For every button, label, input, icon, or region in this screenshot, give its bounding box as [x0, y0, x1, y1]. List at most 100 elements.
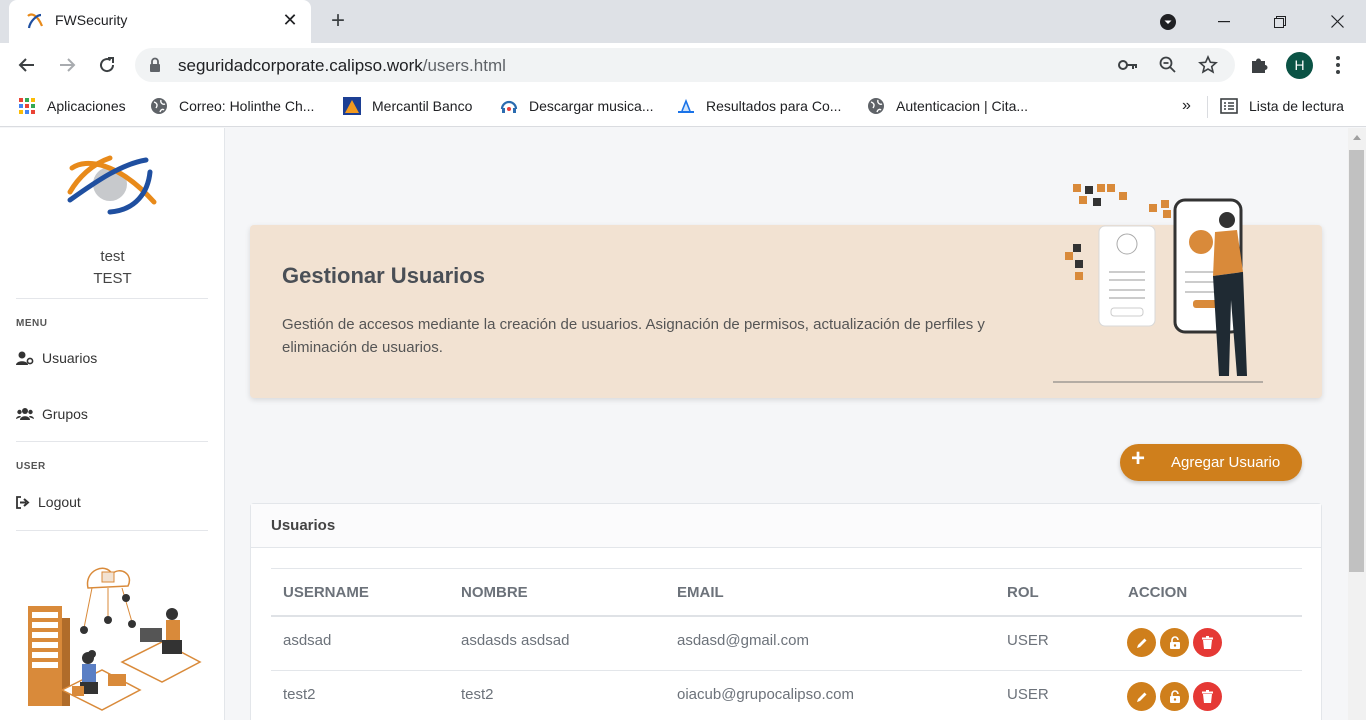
bookmark-resultados[interactable]: Resultados para Co...: [677, 95, 841, 117]
unlock-icon[interactable]: [1160, 628, 1189, 657]
browser-tabstrip: FWSecurity ✕ +: [0, 0, 1366, 43]
column-header-rol[interactable]: ROL: [1007, 584, 1039, 601]
user-name: test: [100, 248, 125, 265]
sidebar-divider: [16, 298, 208, 299]
sidebar: test TEST MENU Usuarios Grupos USER Logo…: [0, 128, 225, 720]
reading-list-button[interactable]: Lista de lectura: [1220, 95, 1344, 117]
back-icon[interactable]: [14, 52, 40, 78]
extensions-puzzle-icon[interactable]: [1248, 54, 1270, 76]
bookmarks-bar: Aplicaciones Correo: Holinthe Ch... Merc…: [0, 87, 1366, 127]
bookmark-autenticacion[interactable]: Autenticacion | Cita...: [867, 95, 1028, 117]
cell-rol: USER: [1007, 686, 1049, 703]
cell-username: asdsad: [283, 632, 332, 649]
plus-icon: +: [1131, 445, 1146, 472]
user-management-illustration: [1053, 184, 1263, 383]
add-user-label: Agregar Usuario: [1171, 454, 1281, 471]
new-tab-icon[interactable]: +: [326, 9, 350, 33]
cell-nombre: asdasds asdsad: [461, 632, 570, 649]
zoom-icon[interactable]: [1158, 55, 1178, 75]
sidebar-item-logout[interactable]: Logout: [16, 492, 81, 512]
bookmarks-divider: [1207, 96, 1208, 118]
sign-out-icon: [16, 495, 30, 509]
music-icon: [500, 97, 518, 115]
unlock-icon[interactable]: [1160, 682, 1189, 711]
bookmark-aplicaciones[interactable]: Aplicaciones: [18, 95, 126, 117]
reading-list-icon: [1220, 97, 1238, 115]
bookmark-label: Correo: Holinthe Ch...: [179, 98, 315, 114]
user-role: TEST: [93, 270, 132, 287]
scroll-up-arrow-icon[interactable]: [1353, 135, 1361, 140]
address-bar[interactable]: seguridadcorporate.calipso.work/users.ht…: [135, 48, 1235, 82]
tab-close-icon[interactable]: ✕: [281, 11, 299, 29]
trash-icon[interactable]: [1193, 682, 1222, 711]
more-bookmarks-button[interactable]: »: [1182, 95, 1191, 117]
user-section-title: USER: [16, 461, 46, 472]
user-cog-icon: [16, 351, 34, 365]
globe-icon: [867, 97, 885, 115]
fwsecurity-favicon-icon: [27, 13, 44, 29]
users-icon: [16, 408, 34, 420]
page-scrollbar[interactable]: [1348, 128, 1366, 720]
bookmark-label: Mercantil Banco: [372, 98, 473, 114]
minimize-icon[interactable]: [1196, 0, 1252, 43]
users-card: Usuarios USERNAME NOMBRE EMAIL ROL ACCIO…: [250, 503, 1322, 720]
tab-title: FWSecurity: [55, 12, 128, 28]
cell-rol: USER: [1007, 632, 1049, 649]
reading-list-label: Lista de lectura: [1249, 98, 1344, 114]
card-title: Usuarios: [271, 517, 336, 534]
page-content: test TEST MENU Usuarios Grupos USER Logo…: [0, 128, 1366, 720]
column-header-accion: ACCION: [1128, 584, 1188, 601]
sidebar-divider: [16, 441, 208, 442]
scrollbar-thumb[interactable]: [1349, 150, 1364, 572]
globe-icon: [150, 97, 168, 115]
row-divider: [271, 670, 1302, 671]
kebab-menu-icon[interactable]: [1327, 54, 1349, 76]
trash-icon[interactable]: [1193, 628, 1222, 657]
browser-tab[interactable]: FWSecurity ✕: [9, 0, 311, 43]
mercantil-icon: [343, 97, 361, 115]
column-header-nombre[interactable]: NOMBRE: [461, 584, 528, 601]
column-header-username[interactable]: USERNAME: [283, 584, 369, 601]
browser-toolbar: seguridadcorporate.calipso.work/users.ht…: [0, 43, 1366, 87]
sidebar-item-usuarios[interactable]: Usuarios: [16, 348, 97, 368]
apps-grid-icon: [18, 97, 36, 115]
sidebar-item-grupos[interactable]: Grupos: [16, 404, 88, 424]
sidebar-item-label: Usuarios: [42, 350, 98, 366]
bookmark-mercantil[interactable]: Mercantil Banco: [343, 95, 472, 117]
bookmark-label: Descargar musica...: [529, 98, 654, 114]
bookmark-star-icon[interactable]: [1198, 55, 1218, 75]
sidebar-divider: [16, 530, 208, 531]
bookmark-label: Resultados para Co...: [706, 98, 842, 114]
sidebar-item-label: Logout: [38, 494, 81, 510]
page-title: Gestionar Usuarios: [282, 263, 485, 288]
table-top-border: [271, 568, 1302, 569]
bookmark-label: Autenticacion | Cita...: [896, 98, 1029, 114]
profile-avatar[interactable]: H: [1286, 52, 1313, 79]
sidebar-item-label: Grupos: [42, 406, 88, 422]
cell-email: oiacub@grupocalipso.com: [677, 686, 854, 703]
cell-nombre: test2: [461, 686, 494, 703]
bookmark-correo[interactable]: Correo: Holinthe Ch...: [150, 95, 314, 117]
add-user-button[interactable]: + Agregar Usuario: [1120, 444, 1302, 481]
menu-section-title: MENU: [16, 318, 48, 329]
cell-email: asdasd@gmail.com: [677, 632, 809, 649]
restore-icon[interactable]: [1252, 0, 1308, 43]
edit-pencil-icon[interactable]: [1127, 682, 1156, 711]
main-content: Gestionar Usuarios Gestión de accesos me…: [225, 128, 1348, 720]
tab-search-icon[interactable]: [1140, 0, 1196, 43]
key-icon[interactable]: [1118, 55, 1138, 75]
bookmark-descargar-musica[interactable]: Descargar musica...: [500, 95, 653, 117]
page-description: Gestión de accesos mediante la creación …: [282, 316, 985, 356]
lock-icon: [150, 57, 160, 72]
edit-pencil-icon[interactable]: [1127, 628, 1156, 657]
forward-icon[interactable]: [54, 52, 80, 78]
column-header-email[interactable]: EMAIL: [677, 584, 724, 601]
cell-username: test2: [283, 686, 316, 703]
close-window-icon[interactable]: [1309, 0, 1365, 43]
bookmark-label: Aplicaciones: [47, 98, 126, 114]
table-header-border: [271, 615, 1302, 617]
security-office-illustration: [28, 567, 202, 711]
reload-icon[interactable]: [94, 52, 120, 78]
card-header: Usuarios: [251, 504, 1321, 548]
url-text: seguridadcorporate.calipso.work/users.ht…: [178, 56, 506, 75]
